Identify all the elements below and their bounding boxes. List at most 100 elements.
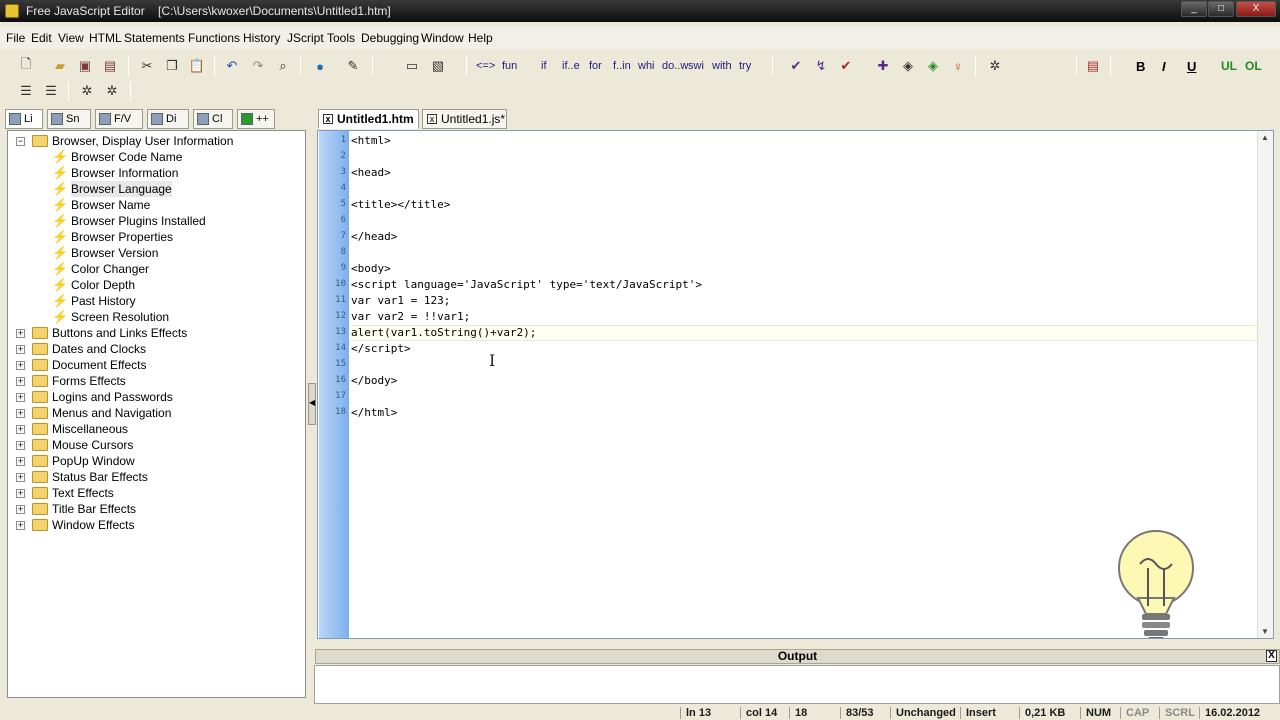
expand-toggle[interactable]: + xyxy=(16,473,25,482)
expand-toggle[interactable]: + xyxy=(16,377,25,386)
bold-button[interactable]: B xyxy=(1136,59,1145,74)
italic-button[interactable]: I xyxy=(1162,59,1166,74)
snippet-for-in[interactable]: f..in xyxy=(613,60,631,72)
tree-item[interactable]: Color Depth xyxy=(71,277,135,293)
expand-toggle[interactable]: + xyxy=(16,521,25,530)
tree-group[interactable]: Document Effects xyxy=(52,357,147,373)
find-icon[interactable]: ⌕ xyxy=(273,56,293,76)
menu-statements[interactable]: Statements xyxy=(124,31,185,45)
tree-item[interactable]: Color Changer xyxy=(71,261,149,277)
snippet-while[interactable]: whi xyxy=(638,60,655,72)
open-folder-icon[interactable]: ▰ xyxy=(50,56,70,76)
snippet-fun[interactable]: fun xyxy=(502,60,517,72)
expand-toggle[interactable]: + xyxy=(16,441,25,450)
tree-group[interactable]: Menus and Navigation xyxy=(52,405,171,421)
function-icon[interactable]: ✔ xyxy=(836,56,856,76)
object-icon[interactable]: ◈ xyxy=(898,56,918,76)
tree-group[interactable]: PopUp Window xyxy=(52,453,135,469)
new-file-icon[interactable]: 🗋 xyxy=(16,56,36,76)
save-icon[interactable]: ▣ xyxy=(75,56,95,76)
menu-tools[interactable]: Tools xyxy=(327,31,355,45)
menu-help[interactable]: Help xyxy=(468,31,493,45)
bulb-small-icon[interactable]: ♀ xyxy=(948,56,968,76)
menu-debugging[interactable]: Debugging xyxy=(361,31,419,45)
paste-icon[interactable]: 📋 xyxy=(187,56,207,76)
code-editor[interactable]: 1 <html> 2 3 <head> 4 5 <title></title> 6 7 </head… xyxy=(317,130,1274,639)
undo-icon[interactable]: ↶ xyxy=(222,56,242,76)
menu-html[interactable]: HTML xyxy=(89,31,122,45)
menu-file[interactable]: File xyxy=(6,31,25,45)
syntax-icon[interactable]: ✔ xyxy=(786,56,806,76)
expand-toggle[interactable]: + xyxy=(16,489,25,498)
snippet-for[interactable]: for xyxy=(589,60,602,72)
expand-toggle[interactable]: + xyxy=(16,425,25,434)
indent-icon[interactable]: ☰ xyxy=(16,81,36,101)
menu-edit[interactable]: Edit xyxy=(31,31,52,45)
tree-group[interactable]: Title Bar Effects xyxy=(52,501,136,517)
copy-icon[interactable]: ❐ xyxy=(162,56,182,76)
variable-icon[interactable]: ✚ xyxy=(873,56,893,76)
tree-item[interactable]: Browser Plugins Installed xyxy=(71,213,206,229)
tab-functions-vars[interactable]: F/V xyxy=(95,109,143,129)
unordered-list-button[interactable]: UL xyxy=(1221,59,1237,73)
tree-item[interactable]: Screen Resolution xyxy=(71,309,169,325)
print-icon[interactable]: ▤ xyxy=(1083,56,1103,76)
expand-toggle[interactable]: + xyxy=(16,457,25,466)
vertical-scrollbar[interactable]: ▲ ▼ xyxy=(1257,131,1273,638)
minimize-button[interactable]: _ xyxy=(1181,1,1207,17)
expand-toggle[interactable]: + xyxy=(16,505,25,514)
snippet-compare[interactable]: <=> xyxy=(476,60,495,72)
tree-group-browser[interactable]: Browser, Display User Information xyxy=(52,133,233,149)
close-tab-icon[interactable]: x xyxy=(427,114,437,124)
tree-group[interactable]: Forms Effects xyxy=(52,373,126,389)
tree-group[interactable]: Status Bar Effects xyxy=(52,469,148,485)
outdent-icon[interactable]: ☰ xyxy=(41,81,61,101)
tree-group[interactable]: Text Effects xyxy=(52,485,114,501)
tree-item[interactable]: Browser Language xyxy=(71,181,172,197)
snippet-switch[interactable]: swi xyxy=(688,60,704,72)
menu-jscript[interactable]: JScript xyxy=(287,31,324,45)
snippet-if[interactable]: if xyxy=(541,60,547,72)
menu-view[interactable]: View xyxy=(58,31,84,45)
menu-history[interactable]: History xyxy=(243,31,280,45)
close-output-icon[interactable]: X xyxy=(1266,650,1277,662)
tree-group[interactable]: Miscellaneous xyxy=(52,421,128,437)
tab-directory[interactable]: Di xyxy=(147,109,189,129)
tree-group[interactable]: Window Effects xyxy=(52,517,134,533)
comment-icon[interactable]: ✲ xyxy=(77,81,97,101)
tree-group[interactable]: Mouse Cursors xyxy=(52,437,133,453)
for-loop-icon[interactable]: ↯ xyxy=(811,56,831,76)
tree-item[interactable]: Browser Version xyxy=(71,245,158,261)
tab-library[interactable]: Li xyxy=(5,109,43,129)
redo-icon[interactable]: ↷ xyxy=(248,56,268,76)
close-button[interactable]: X xyxy=(1236,1,1276,17)
menu-window[interactable]: Window xyxy=(421,31,464,45)
underline-button[interactable]: U xyxy=(1187,59,1196,74)
tree-group[interactable]: Buttons and Links Effects xyxy=(52,325,187,341)
collapse-toggle[interactable]: − xyxy=(16,137,25,146)
preview-icon[interactable]: ▭ xyxy=(402,56,422,76)
tab-more[interactable]: ++ xyxy=(237,109,275,129)
output-panel[interactable] xyxy=(314,665,1280,704)
uncomment-icon[interactable]: ✲ xyxy=(102,81,122,101)
tree-group[interactable]: Logins and Passwords xyxy=(52,389,173,405)
ordered-list-button[interactable]: OL xyxy=(1245,59,1262,73)
snippet-if-else[interactable]: if..e xyxy=(562,60,580,72)
tree-item[interactable]: Browser Name xyxy=(71,197,150,213)
close-tab-icon[interactable]: x xyxy=(323,114,333,124)
expand-toggle[interactable]: + xyxy=(16,361,25,370)
tools-icon[interactable]: ✎ xyxy=(343,56,363,76)
tree-item[interactable]: Past History xyxy=(71,293,136,309)
snippet-do-while[interactable]: do..w xyxy=(662,60,688,72)
save-all-icon[interactable]: ▤ xyxy=(100,56,120,76)
expand-toggle[interactable]: + xyxy=(16,393,25,402)
cut-icon[interactable]: ✂ xyxy=(137,56,157,76)
tab-clipboard[interactable]: Cl xyxy=(193,109,233,129)
tab-untitled1-js[interactable]: x Untitled1.js* xyxy=(422,109,507,129)
tree-item[interactable]: Browser Properties xyxy=(71,229,173,245)
tab-snippets[interactable]: Sn xyxy=(47,109,91,129)
array-icon[interactable]: ◈ xyxy=(923,56,943,76)
snippet-with[interactable]: with xyxy=(712,60,732,72)
expand-toggle[interactable]: + xyxy=(16,329,25,338)
snippet-try[interactable]: try xyxy=(739,60,751,72)
